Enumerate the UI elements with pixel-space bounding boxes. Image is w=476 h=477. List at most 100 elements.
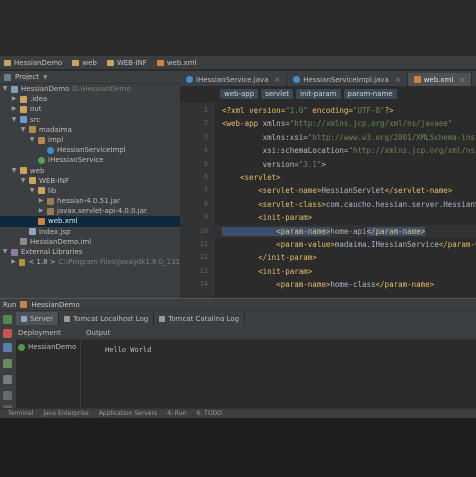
tree-item[interactable]: ▼ External Libraries [0,247,180,257]
pin-icon[interactable] [3,391,12,400]
tree-item-label: .idea [30,95,48,104]
chevron-right-icon[interactable]: ▶ [11,104,17,114]
chevron-right-icon[interactable]: ▶ [38,196,44,206]
debug-icon[interactable] [3,359,12,368]
tree-item[interactable]: ▶ javax.servlet-api-4.0.0.jar [0,206,180,216]
run-tab-label: Server [30,314,53,323]
chevron-down-icon[interactable]: ▼ [20,125,26,135]
chevron-down-icon[interactable]: ▼ [11,115,17,125]
code-token: </param-name> [366,226,426,236]
breadcrumb-label: web.xml [166,58,197,67]
line-number: 9 [203,213,208,222]
run-tab[interactable]: Server [16,312,59,325]
tree-item[interactable]: index.jsp [0,227,180,237]
chevron-right-icon[interactable]: ▶ [11,257,16,267]
tree-item[interactable]: ▼ WEB-INF [0,176,180,186]
editor-tab[interactable]: HessianServiceImpl.java × [287,73,408,86]
run-tab-bar: Server Tomcat Localhost Log Tomcat Catalin… [16,311,476,326]
code-line: <servlet> [214,171,281,184]
tree-item[interactable]: ▶ < 1.8 > C:\Program Files\Java\jdk1.8.0_1… [0,257,180,267]
jar-icon [47,197,54,205]
interface-icon [38,156,45,164]
tree-item-label: index.jsp [39,227,71,236]
breadcrumb-label: WEB-INF [116,58,147,67]
run-tab[interactable]: Tomcat Catalina Log [154,312,246,325]
folder-icon [72,59,80,66]
code-line: xsi:schemaLocation="http://xmlns.jcp.org… [214,144,476,157]
chevron-down-icon[interactable]: ▼ [29,135,35,145]
close-icon[interactable]: × [395,76,401,84]
tree-item-label: HessianDemo.iml [30,237,92,246]
tool-window-tab[interactable]: Java Enterprise [43,410,88,417]
code-token: xmlns:xsi= [222,132,308,142]
tool-window-tab[interactable]: 4: Run [167,410,186,417]
chevron-down-icon[interactable]: ▼ [20,176,26,186]
tool-window-tab[interactable]: Application Servers [99,410,157,417]
line-number: 1 [203,106,208,114]
code-token: <param-name> [222,280,331,290]
update-icon[interactable] [3,315,12,324]
tree-item[interactable]: ▼ web [0,166,180,176]
xml-breadcrumb-item[interactable]: init-param [296,89,341,99]
tree-item[interactable]: HessianDemo.iml [0,237,180,247]
tree-item[interactable]: ▼ impl [0,135,180,145]
breadcrumb-item[interactable]: web [72,59,97,67]
close-icon[interactable]: × [459,76,465,84]
close-icon[interactable]: × [274,76,280,84]
deployment-item[interactable]: HessianDemo [16,340,80,351]
tree-item-label: out [30,105,42,114]
xml-breadcrumb-item[interactable]: param-name [343,89,397,99]
chevron-down-icon[interactable]: ▼ [43,74,48,81]
breadcrumb-item[interactable]: HessianDemo [4,59,62,67]
code-editor[interactable]: <?xml version="1.0" encoding="UTF-8"?> <w… [214,102,476,298]
folder-icon [20,105,27,113]
tool-window-tab[interactable]: Terminal [8,410,33,417]
code-token: </init-param> [222,253,317,263]
deploy-icon[interactable] [3,375,12,384]
chevron-right-icon[interactable]: ▶ [38,206,44,216]
chevron-down-icon[interactable]: ▼ [11,166,17,176]
tree-item[interactable]: web.xml [0,216,180,227]
code-line: <param-name>home-class</param-name> [214,278,434,291]
iml-file-icon [20,238,27,246]
tree-item-path: C:\Program Files\Java\jdk1.8.0_131 [58,258,180,267]
tree-item[interactable]: ▶ out [0,104,180,114]
tree-item-label: HessianDemo [21,85,70,93]
chevron-down-icon[interactable]: ▼ [2,247,8,257]
line-number: 4 [203,146,208,155]
jdk-icon [19,258,26,266]
tree-item[interactable]: IHessianService [0,155,180,165]
editor-tab-bar: IHessianService.java × HessianServiceImpl.… [180,71,476,86]
line-number: 7 [203,186,208,195]
tool-window-tab[interactable]: 6: TODO [196,410,221,417]
xml-breadcrumb-item[interactable]: servlet [261,89,294,99]
folder-icon [20,95,27,103]
breadcrumb-item[interactable]: WEB-INF [106,58,147,67]
server-icon [21,315,27,322]
run-tab[interactable]: Tomcat Localhost Log [59,312,155,325]
tree-item[interactable]: ▼ lib [0,186,180,196]
breadcrumb-item[interactable]: web.xml [156,58,197,67]
tree-item[interactable]: ▼ src [0,115,180,125]
chevron-right-icon[interactable]: ▶ [11,94,17,104]
tree-item[interactable]: ▶ .idea [0,94,180,104]
run-configuration-name[interactable]: HessianDemo [31,301,79,309]
console-output[interactable]: Hello World [81,340,476,414]
xml-file-icon [38,218,45,226]
editor-tab[interactable]: IHessianService.java × [180,73,288,86]
chevron-down-icon[interactable]: ▼ [29,186,35,196]
xml-breadcrumb-item[interactable]: web-app [220,89,259,99]
tree-item[interactable]: ▶ hessian-4.0.51.jar [0,196,180,206]
tree-item-label: web [30,166,45,175]
chevron-down-icon[interactable]: ▼ [2,84,8,94]
tree-item[interactable]: ▼ madaima [0,125,180,135]
deployment-item-label: HessianDemo [28,343,77,351]
tree-item[interactable]: ▼ HessianDemo D:\HessianDemo [0,84,180,94]
project-panel-header[interactable]: Project ▼ [0,71,180,84]
stop-icon[interactable] [3,329,12,338]
editor-tab[interactable]: web.xml × [407,73,473,86]
code-token: <?xml version= [222,106,286,115]
rerun-icon[interactable] [3,343,12,352]
code-token: "3.1" [298,159,322,169]
tree-item[interactable]: HessianServiceImpl [0,145,180,155]
